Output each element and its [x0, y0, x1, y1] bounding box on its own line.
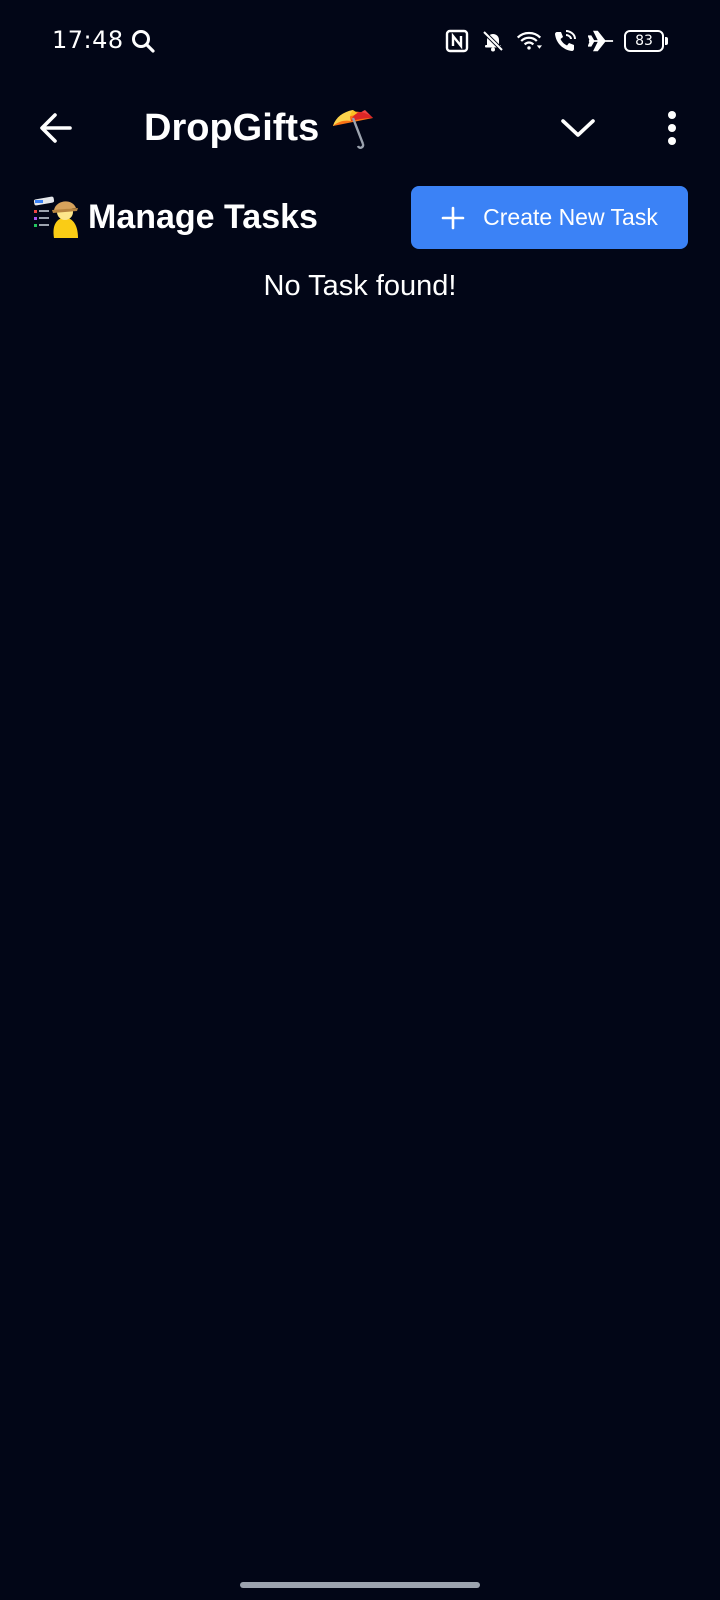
app-bar: DropGifts — [0, 90, 720, 166]
tasks-title: Manage Tasks — [32, 192, 318, 242]
dropdown-button[interactable] — [552, 102, 604, 154]
more-options-button[interactable] — [648, 102, 696, 154]
battery-icon: 83 — [624, 30, 668, 52]
nfc-icon — [444, 28, 470, 54]
umbrella-icon — [333, 110, 374, 149]
tasks-header: Manage Tasks Create New Task — [0, 180, 720, 250]
app-title: DropGifts — [144, 104, 377, 152]
bell-off-icon — [480, 28, 506, 54]
app-title-text: DropGifts — [144, 106, 320, 149]
more-vertical-icon — [668, 111, 676, 145]
create-new-task-button[interactable]: Create New Task — [411, 186, 688, 249]
status-bar: 17:48 83 — [0, 0, 720, 84]
status-icons: 83 — [444, 26, 668, 56]
airplane-icon — [588, 28, 614, 54]
tasks-title-text: Manage Tasks — [88, 197, 318, 236]
chevron-down-icon — [561, 119, 595, 137]
plus-icon — [441, 206, 465, 229]
search-icon — [130, 28, 156, 54]
back-button[interactable] — [30, 102, 82, 154]
create-new-task-label: Create New Task — [483, 204, 658, 230]
wifi-calling-icon — [552, 28, 578, 54]
status-time: 17:48 — [52, 26, 124, 54]
home-indicator[interactable] — [240, 1582, 480, 1588]
empty-state-message: No Task found! — [263, 270, 457, 302]
wifi-icon — [516, 28, 542, 54]
arrow-left-icon — [40, 113, 72, 143]
task-list-person-icon — [33, 196, 78, 238]
